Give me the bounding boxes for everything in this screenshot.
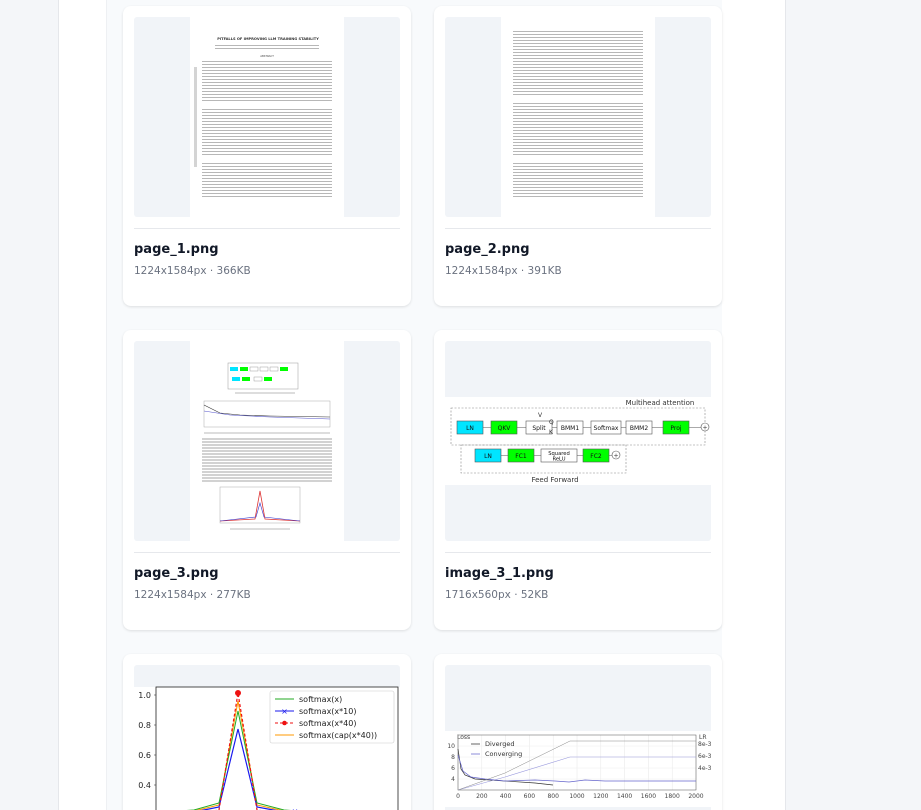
x-tick-label: 400	[500, 793, 512, 800]
image-meta: 1224x1584px · 391KB	[445, 265, 562, 277]
image-card[interactable]: PITFALLS OF IMPROVING LLM TRAINING STABI…	[123, 6, 411, 306]
y-ticks: 1.00.80.60.40.2	[138, 691, 156, 790]
x-tick-label: 1200	[593, 793, 608, 800]
legend-label: softmax(x*10)	[299, 707, 356, 716]
diagram-block: QKV	[490, 420, 518, 435]
right-axis-label: LR	[699, 734, 707, 741]
image-filename: page_1.png	[134, 242, 219, 257]
abstract-heading: ABSTRACT	[260, 55, 274, 58]
y-tick-label: 0.8	[138, 721, 151, 730]
left-tick-label: 4	[451, 776, 455, 783]
x-tick-label: 1800	[665, 793, 680, 800]
x-tick-label: 2000	[688, 793, 703, 800]
diagram-group-top-label: Multihead attention	[626, 399, 695, 407]
diagram-block-label: LN	[484, 453, 492, 460]
diagram-block: Softmax	[590, 420, 622, 435]
legend-label: softmax(x*40)	[299, 719, 356, 728]
svg-text:+: +	[613, 453, 618, 460]
left-tick-label: 8	[451, 754, 455, 761]
x-tick-label: 200	[476, 793, 488, 800]
diagram-block-label: FC1	[515, 453, 527, 460]
legend-label: softmax(cap(x*40))	[299, 731, 377, 740]
x-tick-label: 1600	[641, 793, 656, 800]
image-gallery: PITFALLS OF IMPROVING LLM TRAINING STABI…	[106, 0, 722, 810]
x-tick-label: 1400	[617, 793, 632, 800]
right-tick-label: 6e-3	[698, 753, 711, 760]
image-meta: 1224x1584px · 277KB	[134, 589, 251, 601]
image-card[interactable]: page_2.png 1224x1584px · 391KB	[434, 6, 722, 306]
page-3-figures	[202, 362, 332, 530]
x-tick-label: 800	[547, 793, 559, 800]
image-meta: 1224x1584px · 366KB	[134, 265, 251, 277]
image-card[interactable]: Multihead attention LN QKV Split BMM1 Softma…	[434, 330, 722, 630]
diagram-block-label: Split	[532, 425, 546, 432]
transformer-diagram: Multihead attention LN QKV Split BMM1 Softma…	[445, 397, 711, 485]
diagram-block-label: Proj	[670, 425, 682, 432]
y-tick-label: 0.6	[138, 751, 151, 760]
image-filename: image_3_1.png	[445, 566, 554, 581]
y-tick-label: 0.4	[138, 781, 151, 790]
legend-label: Diverged	[485, 740, 514, 748]
diagram-block: FC1	[507, 448, 535, 463]
diagram-block-label: QKV	[498, 425, 512, 432]
paper-page-1-preview: PITFALLS OF IMPROVING LLM TRAINING STABI…	[190, 17, 344, 217]
diagram-block: FC2	[582, 448, 610, 463]
legend-label: softmax(x)	[299, 695, 342, 704]
diagram-block: Proj	[662, 420, 690, 435]
paper-page-2-preview	[501, 17, 655, 217]
card-divider	[445, 552, 711, 553]
diagram-blocks-bottom: LN FC1 SquaredReLU FC2	[474, 448, 612, 463]
split-label-q: Q	[549, 419, 554, 426]
image-card[interactable]: 1.00.80.60.40.2 × × × softmax(x) × softm…	[123, 654, 411, 810]
image-filename: page_3.png	[134, 566, 219, 581]
image-filename: page_2.png	[445, 242, 530, 257]
diagram-block: SquaredReLU	[540, 448, 578, 463]
right-ticks: 8e-3 6e-3 4e-3	[698, 741, 711, 772]
image-thumbnail: Multihead attention LN QKV Split BMM1 Softma…	[445, 341, 711, 541]
legend-label: Converging	[485, 750, 522, 758]
diagram-blocks-top: LN QKV Split BMM1 Softmax BMM2 Proj	[456, 420, 701, 435]
right-tick-label: 8e-3	[698, 741, 711, 748]
svg-text:+: +	[702, 425, 707, 432]
diagram-block: LN	[474, 448, 502, 463]
diagram-block: BMM2	[625, 420, 653, 435]
image-thumbnail: Loss LR 10 8 6 4 8e-3 6e-3 4e-3 0 200 400 600 800…	[445, 665, 711, 810]
card-divider	[445, 228, 711, 229]
left-tick-label: 6	[451, 765, 455, 772]
diagram-group-bottom-label: Feed Forward	[531, 476, 578, 484]
x-tick-label: 0	[456, 793, 460, 800]
diagram-block: BMM1	[556, 420, 584, 435]
diagram-block-label: BMM1	[561, 425, 579, 432]
x-tick-label: 600	[524, 793, 536, 800]
image-card[interactable]: Loss LR 10 8 6 4 8e-3 6e-3 4e-3 0 200 400 600 800…	[434, 654, 722, 810]
image-thumbnail	[134, 341, 400, 541]
image-meta: 1716x560px · 52KB	[445, 589, 549, 601]
image-thumbnail	[445, 17, 711, 217]
softmax-chart: 1.00.80.60.40.2 × × × softmax(x) × softm…	[134, 665, 400, 810]
diagram-block-label: ReLU	[553, 457, 566, 463]
y-tick-label: 1.0	[138, 691, 151, 700]
diagram-block-label: LN	[466, 425, 474, 432]
svg-text:×: ×	[281, 707, 288, 716]
diagram-block-label: BMM2	[630, 425, 648, 432]
card-divider	[134, 228, 400, 229]
image-thumbnail: 1.00.80.60.40.2 × × × softmax(x) × softm…	[134, 665, 400, 810]
diagram-block-label: Softmax	[594, 425, 619, 432]
paper-page-3-preview	[190, 341, 344, 541]
card-divider	[134, 552, 400, 553]
diagram-block: LN	[456, 420, 484, 435]
image-card[interactable]: page_3.png 1224x1584px · 277KB	[123, 330, 411, 630]
data-point-peak	[235, 690, 241, 696]
left-tick-label: 10	[447, 743, 455, 750]
right-tick-label: 4e-3	[698, 765, 711, 772]
image-thumbnail: PITFALLS OF IMPROVING LLM TRAINING STABI…	[134, 17, 400, 217]
loss-chart: Loss LR 10864 8e-36e-34e-3 0 200 400 600 800…	[445, 731, 711, 807]
paper-title: PITFALLS OF IMPROVING LLM TRAINING STABI…	[217, 37, 319, 41]
diagram-block-label: FC2	[590, 453, 602, 460]
x-tick-label: 1000	[569, 793, 584, 800]
